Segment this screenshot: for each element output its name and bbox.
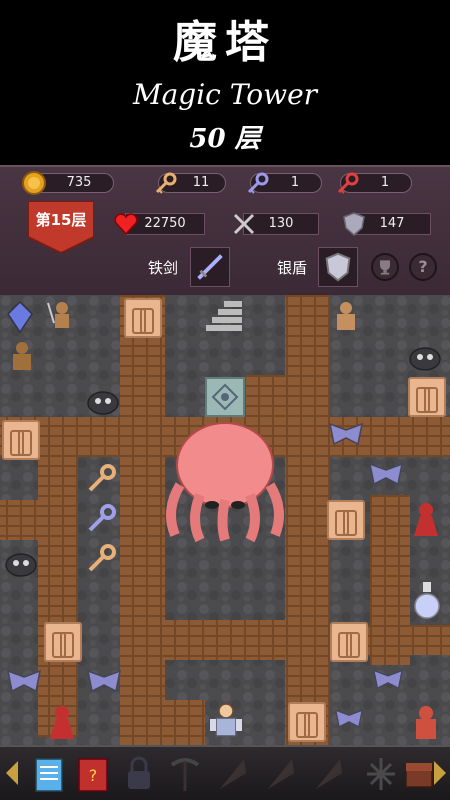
snowflake-icon[interactable]: [362, 753, 400, 795]
silver-shield-icon: [325, 252, 351, 282]
wing-icon[interactable]: [262, 753, 300, 795]
vampire-bat-monster[interactable]: [4, 667, 44, 701]
monster-book-icon[interactable]: ?: [74, 753, 112, 795]
yellow-door[interactable]: [327, 500, 365, 540]
skeleton-warrior-monster[interactable]: [44, 299, 80, 335]
scroll-left-arrow-icon[interactable]: [6, 761, 18, 785]
blue-key-counter: 1: [247, 172, 322, 194]
yellow-door[interactable]: [408, 377, 446, 417]
question-mark-icon: ?: [418, 257, 428, 276]
blue-key-icon: [247, 172, 269, 194]
attack-stat: 130: [233, 213, 319, 235]
attack-value: 130: [268, 216, 294, 231]
pickaxe-icon[interactable]: [166, 753, 204, 795]
octopus-boss[interactable]: [160, 415, 290, 543]
weapon-slot[interactable]: [190, 247, 230, 287]
game-title: 魔塔: [173, 17, 277, 68]
trophy-icon: [380, 260, 390, 275]
crossed-swords-icon: [233, 213, 255, 235]
notepad-icon[interactable]: [30, 753, 68, 795]
yellow-key-counter: 11: [155, 172, 226, 194]
svg-text:?: ?: [89, 766, 98, 785]
help-button[interactable]: ?: [409, 253, 437, 281]
iron-sword-icon: [197, 254, 223, 280]
stairs-icon[interactable]: [204, 299, 244, 337]
red-key-icon: [337, 172, 359, 194]
lock-icon[interactable]: [120, 753, 158, 795]
red-wizard-monster[interactable]: [408, 500, 444, 538]
trophy-button[interactable]: [371, 253, 399, 281]
small-bat-monster[interactable]: [370, 667, 406, 697]
weapon-label: 铁剑: [148, 259, 179, 277]
yellow-door[interactable]: [330, 622, 368, 662]
gold-coin-icon: [22, 171, 46, 195]
small-bat-monster[interactable]: [332, 707, 366, 735]
dark-slime-monster[interactable]: [4, 547, 38, 577]
red-knight-monster[interactable]: [408, 703, 444, 741]
status-panel: 735 11 1 1 第15层 22750 130 147 铁剑 银盾 ?: [0, 165, 450, 295]
blue-gem-item[interactable]: [4, 300, 36, 334]
blue-potion-item[interactable]: [410, 580, 444, 620]
vampire-bat-monster[interactable]: [84, 667, 124, 701]
yellow-door[interactable]: [124, 298, 162, 338]
wing-icon[interactable]: [214, 753, 252, 795]
wing-icon[interactable]: [310, 753, 348, 795]
item-toolbar: ?: [0, 745, 450, 800]
red-wizard-monster[interactable]: [44, 703, 80, 741]
red-key-counter: 1: [337, 172, 412, 194]
defense-stat: 147: [343, 212, 431, 236]
yellow-key-item[interactable]: [84, 540, 120, 576]
scroll-right-arrow-icon[interactable]: [434, 761, 446, 785]
dark-slime-monster[interactable]: [86, 385, 120, 415]
yellow-door[interactable]: [44, 622, 82, 662]
gold-counter: 735: [22, 171, 114, 195]
yellow-door[interactable]: [288, 702, 326, 742]
hp-stat: 22750: [114, 213, 205, 236]
current-floor-badge: 第15层: [28, 201, 94, 253]
armor-slot[interactable]: [318, 247, 358, 287]
armor-label: 银盾: [277, 259, 308, 277]
treasure-chest-icon[interactable]: [404, 753, 434, 795]
heart-icon: [114, 213, 138, 236]
tower-floor-count: 50 层: [189, 124, 261, 154]
defense-value: 147: [379, 216, 405, 231]
hero-knight[interactable]: [206, 701, 246, 741]
yellow-key-item[interactable]: [84, 460, 120, 496]
magic-gate[interactable]: [205, 377, 245, 417]
yellow-key-icon: [155, 172, 177, 194]
shield-icon: [343, 212, 365, 236]
dark-slime-monster[interactable]: [408, 341, 442, 371]
yellow-door[interactable]: [2, 420, 40, 460]
game-map[interactable]: [0, 295, 450, 745]
vampire-bat-monster[interactable]: [366, 460, 406, 494]
ogre-monster[interactable]: [4, 339, 40, 375]
brawler-monster[interactable]: [328, 299, 364, 335]
title-banner: 魔塔 Magic Tower 50 层: [0, 0, 450, 165]
floor-label: 第15层: [35, 211, 87, 229]
game-subtitle: Magic Tower: [132, 78, 318, 111]
hp-value: 22750: [144, 216, 186, 231]
vampire-bat-monster[interactable]: [326, 420, 366, 454]
gate-rune-icon: [211, 383, 239, 411]
blue-key-item[interactable]: [84, 500, 120, 536]
